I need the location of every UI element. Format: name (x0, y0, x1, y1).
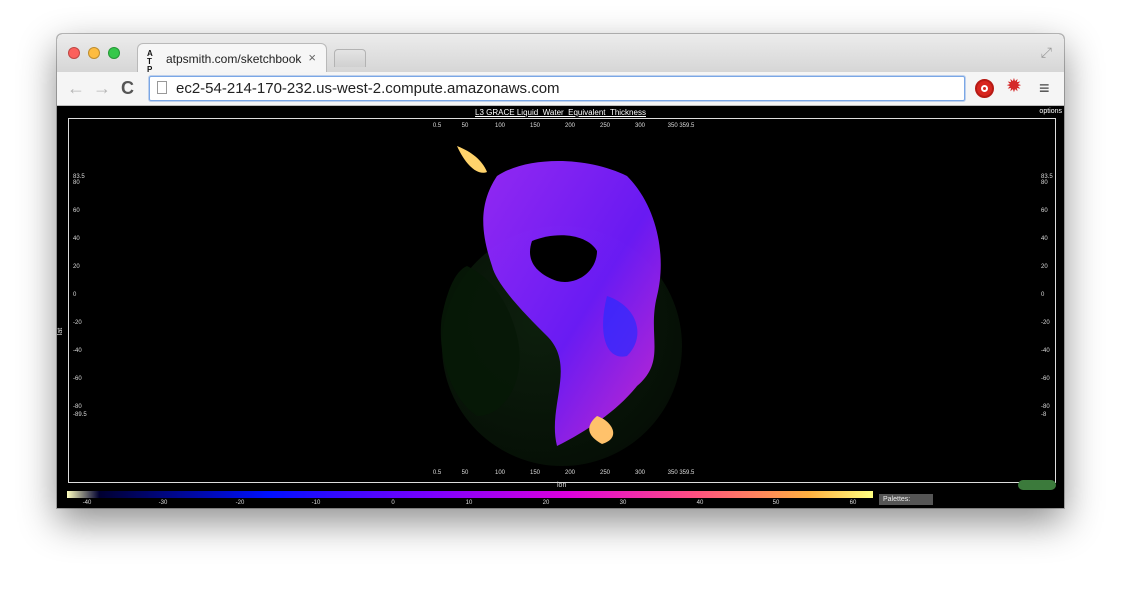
browser-toolbar: ← → C ec2-54-214-170-232.us-west-2.compu… (57, 72, 1064, 106)
colorbar (67, 491, 873, 498)
url-text[interactable]: ec2-54-214-170-232.us-west-2.compute.ama… (176, 80, 560, 97)
lon-tick-bottom: 100 (494, 470, 506, 476)
lat-tick-right: 80 (1041, 180, 1048, 186)
lat-tick-left: -89.5 (73, 412, 87, 418)
lat-tick-left: 60 (73, 208, 80, 214)
fullscreen-icon[interactable]: ⤢ (1041, 44, 1052, 61)
lon-tick-bottom: 200 (564, 470, 576, 476)
colorbar-tick: 30 (619, 500, 627, 506)
colorbar-tick: 40 (696, 500, 704, 506)
zoom-window-button[interactable] (108, 47, 120, 59)
colorbar-tick: 20 (542, 500, 550, 506)
data-surface (440, 146, 661, 446)
lon-tick-bottom: 250 (599, 470, 611, 476)
lat-tick-left: -80 (73, 404, 82, 410)
app-logo (1018, 480, 1056, 490)
browser-window: A TP S atpsmith.com/sketchbook × ⤢ ← → C… (57, 34, 1064, 508)
lon-tick-bottom: 0.5 (432, 470, 442, 476)
browser-tab[interactable]: A TP S atpsmith.com/sketchbook × (137, 43, 327, 82)
extension-icon[interactable]: ✹ (1006, 77, 1022, 97)
forward-button[interactable]: → (93, 78, 111, 98)
lon-tick-top: 300 (634, 123, 646, 129)
lat-tick-left: 80 (73, 180, 80, 186)
site-favicon-icon: A TP S (147, 49, 154, 82)
lat-tick-left: -40 (73, 348, 82, 354)
menu-icon[interactable]: ≡ (1039, 78, 1050, 98)
colorbar-tick: 60 (849, 500, 857, 506)
lon-tick-bottom: 150 (529, 470, 541, 476)
reload-button[interactable]: C (121, 78, 134, 98)
lat-tick-right: -20 (1041, 320, 1050, 326)
plot-title: L3 GRACE Liquid_Water_Equivalent_Thickne… (475, 108, 646, 117)
lat-tick-right: -60 (1041, 376, 1050, 382)
lat-tick-right: -8 (1041, 412, 1047, 418)
minimize-window-button[interactable] (88, 47, 100, 59)
lon-tick-bottom: 300 (634, 470, 646, 476)
close-window-button[interactable] (68, 47, 80, 59)
colorbar-tick: -40 (82, 500, 92, 506)
colorbar-tick: 0 (391, 500, 395, 506)
lat-tick-right: 0 (1041, 292, 1045, 298)
lon-axis-label: lon (557, 482, 567, 489)
palettes-select[interactable]: Palettes: (879, 494, 933, 505)
lat-tick-right: 20 (1041, 264, 1048, 270)
lat-tick-left: -20 (73, 320, 82, 326)
colorbar-tick: 50 (772, 500, 780, 506)
title-bar: A TP S atpsmith.com/sketchbook × ⤢ (57, 34, 1064, 82)
lat-tick-left: 0 (73, 292, 77, 298)
tab-close-icon[interactable]: × (308, 50, 316, 65)
lat-tick-right: -80 (1041, 404, 1050, 410)
lon-tick-top: 50 (461, 123, 469, 129)
colorbar-tick: -30 (158, 500, 168, 506)
colorbar-tick: -20 (235, 500, 245, 506)
lat-tick-left: 20 (73, 264, 80, 270)
lat-tick-right: 60 (1041, 208, 1048, 214)
lon-tick-bottom: 350 359.5 (667, 470, 695, 476)
lat-tick-left: 40 (73, 236, 80, 242)
visualization-viewport[interactable]: L3 GRACE Liquid_Water_Equivalent_Thickne… (57, 106, 1064, 508)
back-button[interactable]: ← (67, 78, 85, 98)
lat-tick-right: -40 (1041, 348, 1050, 354)
colorbar-tick: -10 (311, 500, 321, 506)
page-icon (157, 81, 167, 94)
address-bar[interactable]: ec2-54-214-170-232.us-west-2.compute.ama… (149, 76, 965, 101)
lat-axis-label: lat (57, 327, 65, 336)
lon-tick-top: 350 359.5 (667, 123, 695, 129)
lat-tick-left: -60 (73, 376, 82, 382)
tab-title: atpsmith.com/sketchbook (166, 52, 302, 66)
lon-tick-top: 100 (494, 123, 506, 129)
lon-tick-top: 0.5 (432, 123, 442, 129)
adblock-extension-icon[interactable] (975, 79, 994, 98)
lon-tick-top: 200 (564, 123, 576, 129)
colorbar-tick: 10 (465, 500, 473, 506)
lon-tick-top: 250 (599, 123, 611, 129)
lat-tick-right: 40 (1041, 236, 1048, 242)
lon-tick-bottom: 50 (461, 470, 469, 476)
new-tab-button[interactable] (334, 49, 366, 67)
options-link[interactable]: options (1039, 108, 1062, 115)
lon-tick-top: 150 (529, 123, 541, 129)
